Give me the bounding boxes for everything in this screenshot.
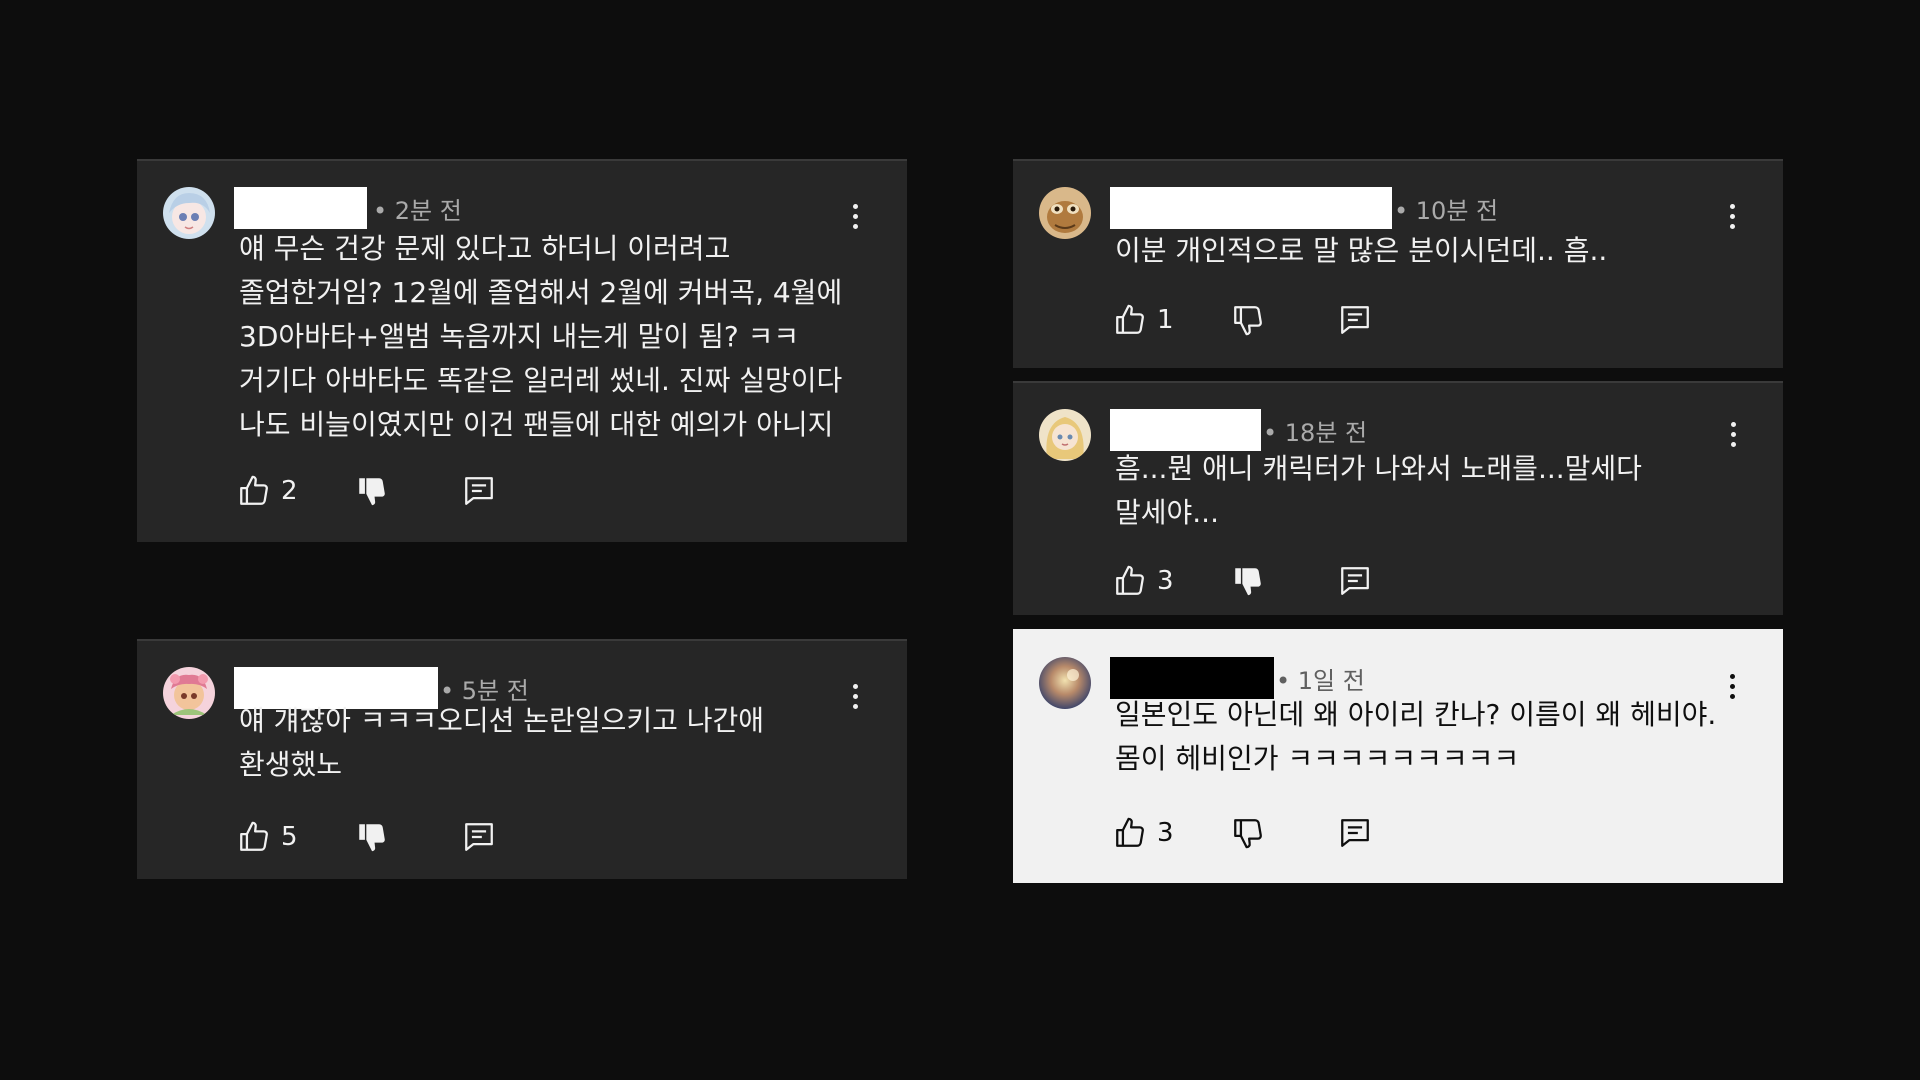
dislike-button[interactable] — [355, 819, 389, 855]
comment-line: 말세야... — [1115, 496, 1219, 529]
comment-line: 나도 비늘이였지만 이건 팬들에 대한 예의가 아니지 — [239, 408, 834, 441]
thumbs-up-icon — [240, 475, 268, 505]
thumbs-up-icon — [1116, 304, 1144, 334]
comment-line: 흠...뭔 애니 캐릭터가 나와서 노래를...말세다 — [1115, 452, 1642, 485]
comment-line: 거기다 아바타도 똑같은 일러레 썼네. 진짜 실망이다 — [239, 364, 843, 397]
comment-text: 흠...뭔 애니 캐릭터가 나와서 노래를...말세다 말세야... — [1115, 447, 1642, 535]
user-avatar[interactable] — [1039, 187, 1091, 239]
comment-card: • 2분 전 얘 무슨 건강 문제 있다고 하더니 이러려고 졸업한거임? 12… — [137, 159, 907, 542]
comment-timestamp: • 18분 전 — [1263, 419, 1368, 447]
dislike-button[interactable] — [355, 473, 389, 509]
comment-timestamp: • 1일 전 — [1276, 667, 1365, 695]
like-button[interactable]: 1 — [1113, 302, 1174, 338]
comment-card: • 5분 전 얘 걔잖아 ㅋㅋㅋ오디션 논란일으키고 나간애 환생했노 5 — [137, 639, 907, 879]
comment-text: 일본인도 아닌데 왜 아이리 칸나? 이름이 왜 헤비야. 몸이 헤비인가 ㅋㅋ… — [1115, 693, 1716, 781]
redacted-username[interactable] — [1110, 409, 1261, 451]
reply-icon — [465, 823, 493, 851]
like-count: 1 — [1157, 305, 1174, 335]
thumbs-up-icon — [1116, 817, 1144, 847]
thumbs-down-icon — [1234, 819, 1262, 849]
more-vertical-icon[interactable] — [840, 201, 870, 231]
like-button[interactable]: 2 — [237, 473, 298, 509]
dislike-button[interactable] — [1231, 815, 1265, 851]
like-count: 5 — [281, 822, 298, 852]
more-vertical-icon[interactable] — [1717, 201, 1747, 231]
redacted-username[interactable] — [234, 187, 367, 229]
comment-timestamp: • 10분 전 — [1394, 197, 1499, 225]
thumbs-down-icon — [359, 478, 385, 506]
like-count: 3 — [1157, 818, 1174, 848]
user-avatar[interactable] — [1039, 409, 1091, 461]
user-avatar[interactable] — [163, 187, 215, 239]
user-avatar[interactable] — [163, 667, 215, 719]
comment-line: 졸업한거임? 12월에 졸업해서 2월에 커버곡, 4월에 — [239, 276, 843, 309]
like-count: 3 — [1157, 566, 1174, 596]
comment-card: • 18분 전 흠...뭔 애니 캐릭터가 나와서 노래를...말세다 말세야.… — [1013, 381, 1783, 615]
redacted-username[interactable] — [1110, 187, 1392, 229]
reply-button[interactable] — [1338, 815, 1372, 851]
like-button[interactable]: 5 — [237, 819, 298, 855]
comment-text: 이분 개인적으로 말 많은 분이시던데.. 흠.. — [1115, 229, 1607, 273]
reply-icon — [1341, 819, 1369, 847]
comment-line: 몸이 헤비인가 ㅋㅋㅋㅋㅋㅋㅋㅋㅋ — [1115, 742, 1520, 775]
thumbs-down-icon — [1235, 568, 1261, 596]
more-vertical-icon[interactable] — [840, 681, 870, 711]
reply-icon — [1341, 567, 1369, 595]
dislike-button[interactable] — [1231, 302, 1265, 338]
comment-line: 환생했노 — [239, 748, 343, 781]
reply-button[interactable] — [1338, 563, 1372, 599]
comment-text: 얘 걔잖아 ㅋㅋㅋ오디션 논란일으키고 나간애 환생했노 — [239, 699, 764, 787]
thumbs-up-icon — [1116, 565, 1144, 595]
dislike-button[interactable] — [1231, 563, 1265, 599]
thumbs-up-icon — [240, 821, 268, 851]
comment-line: 3D아바타+앨범 녹음까지 내는게 말이 됨? ㅋㅋ — [239, 320, 800, 353]
thumbs-down-icon — [1234, 306, 1262, 336]
like-button[interactable]: 3 — [1113, 815, 1174, 851]
comment-timestamp: • 2분 전 — [373, 197, 462, 225]
more-vertical-icon[interactable] — [1718, 419, 1748, 449]
comment-line: 얘 걔잖아 ㅋㅋㅋ오디션 논란일으키고 나간애 — [239, 704, 765, 737]
comment-line: 얘 무슨 건강 문제 있다고 하더니 이러려고 — [239, 232, 731, 265]
like-button[interactable]: 3 — [1113, 563, 1174, 599]
user-avatar[interactable] — [1039, 657, 1091, 709]
comment-line: 이분 개인적으로 말 많은 분이시던데.. 흠.. — [1115, 234, 1608, 267]
comment-line: 일본인도 아닌데 왜 아이리 칸나? 이름이 왜 헤비야. — [1115, 698, 1717, 731]
reply-button[interactable] — [462, 473, 496, 509]
comment-card: • 10분 전 이분 개인적으로 말 많은 분이시던데.. 흠.. 1 — [1013, 159, 1783, 368]
reply-icon — [465, 477, 493, 505]
reply-button[interactable] — [1338, 302, 1372, 338]
like-count: 2 — [281, 476, 298, 506]
reply-icon — [1341, 306, 1369, 334]
more-vertical-icon[interactable] — [1717, 671, 1747, 701]
thumbs-down-icon — [359, 824, 385, 852]
reply-button[interactable] — [462, 819, 496, 855]
comment-text: 얘 무슨 건강 문제 있다고 하더니 이러려고 졸업한거임? 12월에 졸업해서… — [239, 227, 842, 447]
comment-card: • 1일 전 일본인도 아닌데 왜 아이리 칸나? 이름이 왜 헤비야. 몸이 … — [1013, 629, 1783, 883]
